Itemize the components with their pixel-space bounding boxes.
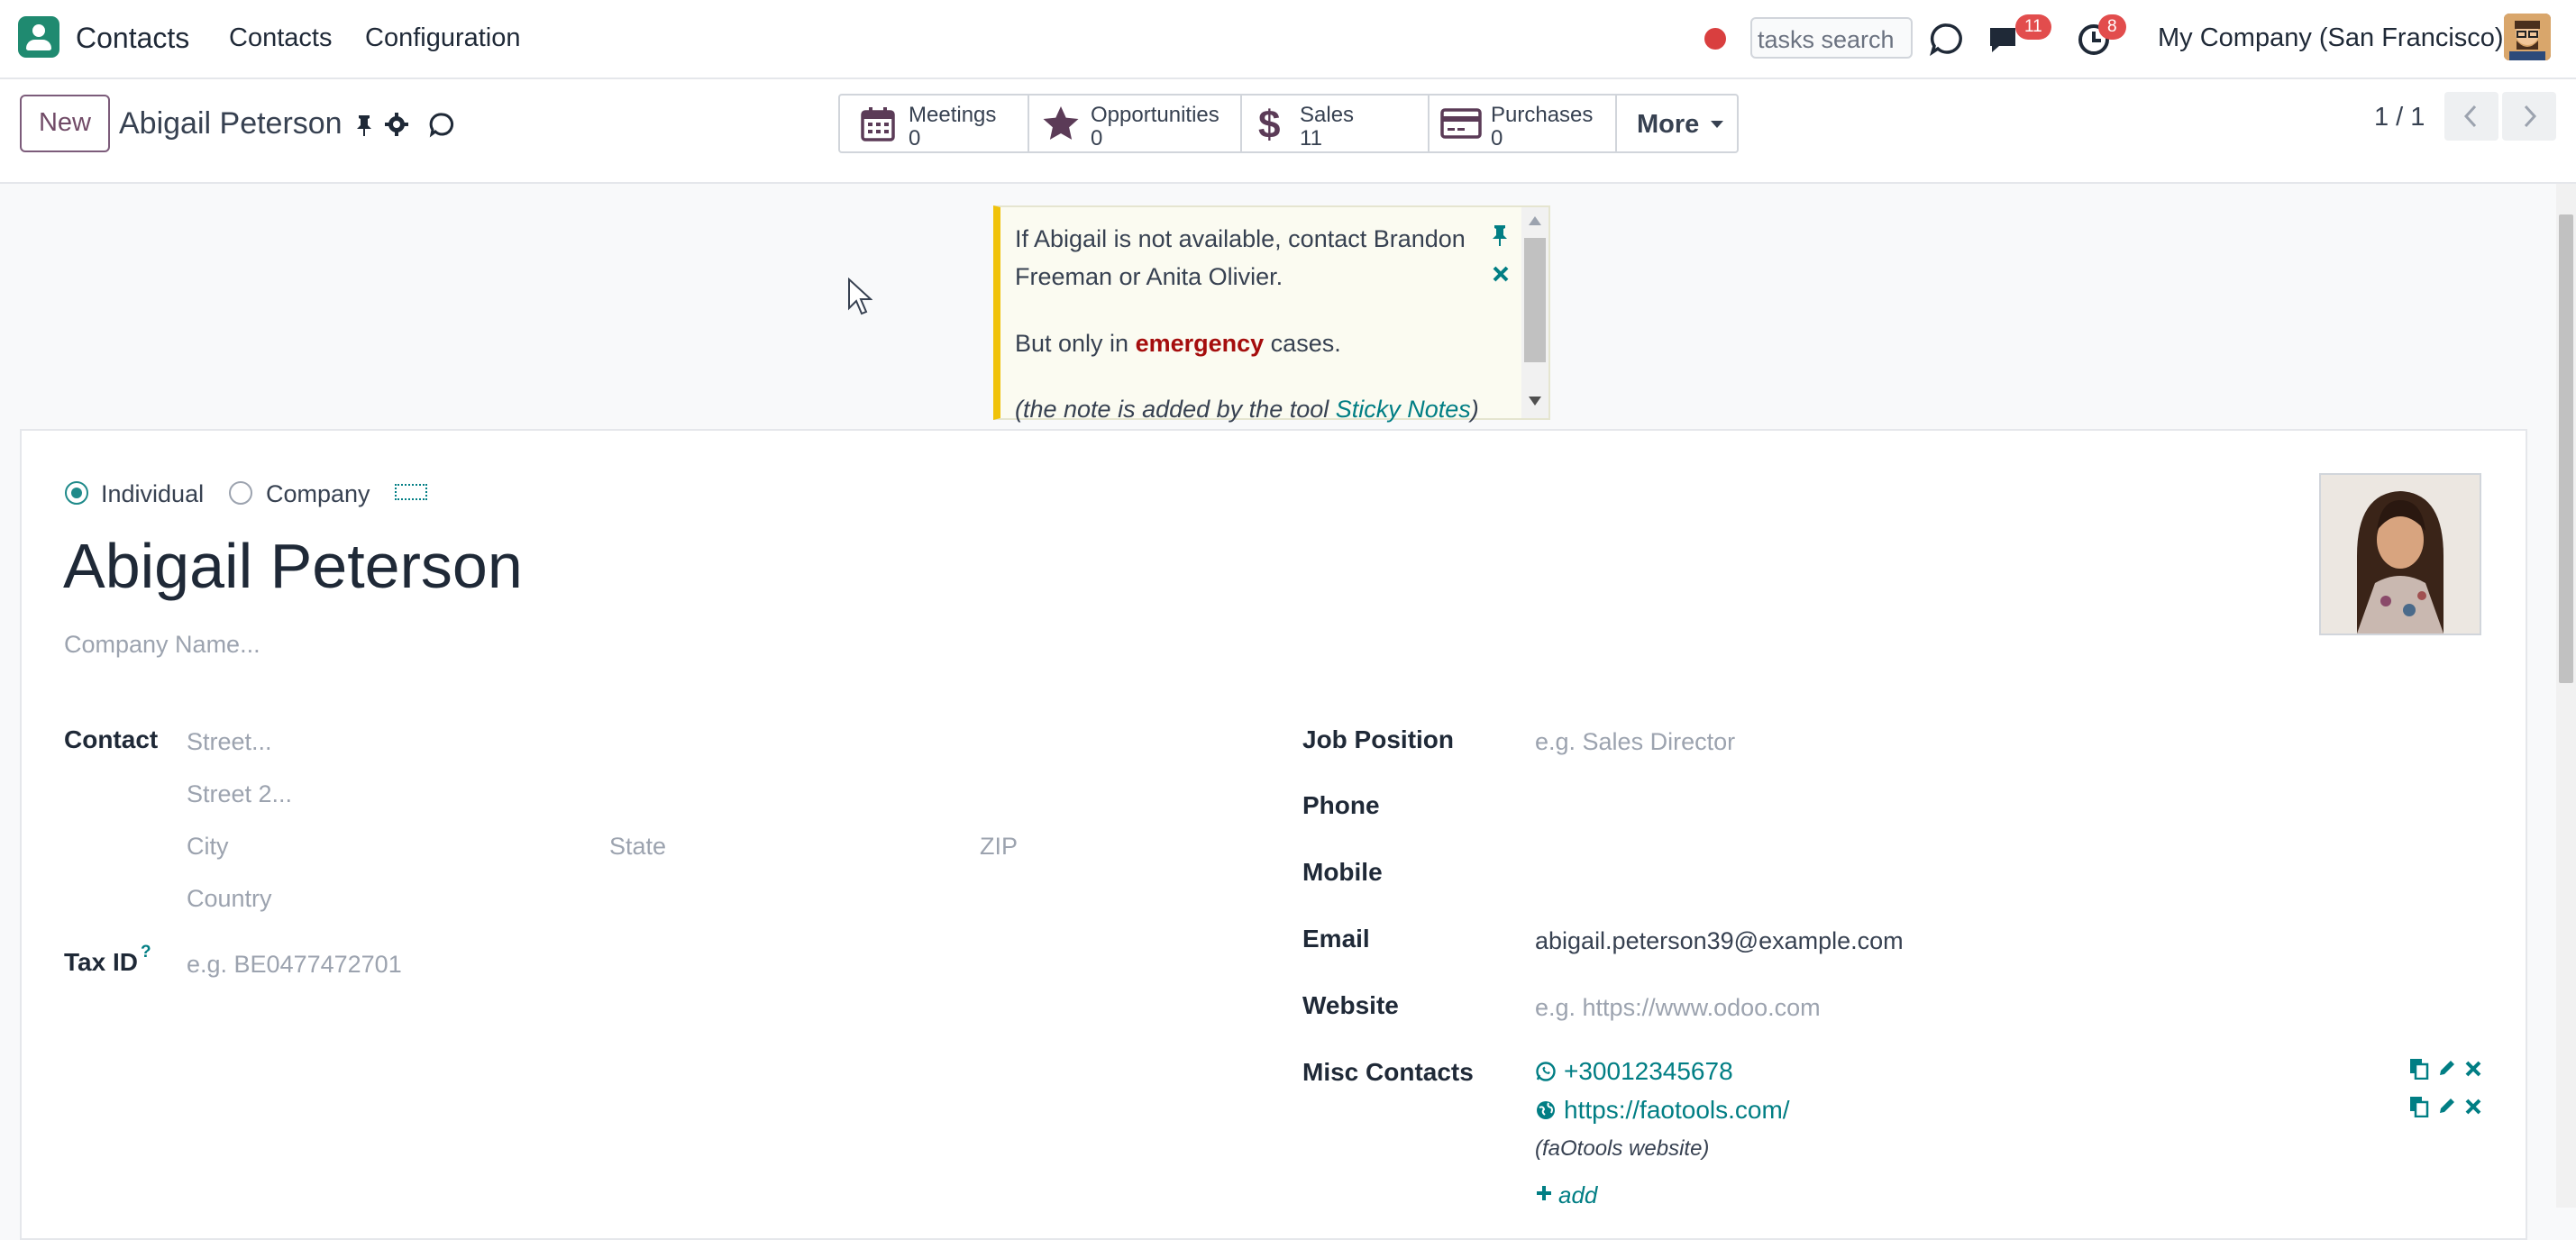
activities-badge: 8 (2098, 14, 2126, 40)
sales-smart-button[interactable]: $ Sales 11 (1242, 96, 1430, 151)
sticky-note-scroll-thumb[interactable] (1524, 238, 1546, 362)
more-label: More (1637, 110, 1700, 139)
edit-pencil-icon[interactable] (2437, 1096, 2457, 1116)
credit-card-icon (1440, 108, 1482, 139)
purchases-smart-button[interactable]: Purchases 0 (1430, 96, 1617, 151)
meetings-smart-button[interactable]: Meetings 0 (840, 96, 1029, 151)
pager-previous-button[interactable] (2444, 92, 2498, 141)
user-avatar[interactable] (2504, 14, 2551, 60)
remove-icon[interactable] (2464, 1060, 2482, 1078)
pin-icon[interactable] (355, 114, 373, 137)
sales-count: 11 (1300, 126, 1322, 150)
city-input[interactable]: City (187, 833, 229, 861)
state-select[interactable]: State (609, 833, 666, 861)
add-plus-icon[interactable] (1535, 1184, 1553, 1202)
copy-icon[interactable] (2409, 1096, 2429, 1117)
phone-input[interactable] (1535, 788, 2490, 824)
mouse-cursor-icon (847, 278, 872, 315)
tax-id-input[interactable]: e.g. BE0477472701 (187, 951, 402, 979)
sticky-notes-link[interactable]: Sticky Notes (1336, 396, 1471, 423)
copy-icon[interactable] (2409, 1058, 2429, 1080)
sticky-note-line-2: Freeman or Anita Olivier. (1015, 263, 1283, 290)
contact-address-label: Contact (64, 725, 159, 753)
country-select[interactable]: Country (187, 885, 272, 913)
opportunities-count: 0 (1091, 126, 1103, 150)
purchases-label: Purchases (1491, 103, 1594, 127)
sales-label: Sales (1300, 103, 1355, 127)
contacts-app-icon[interactable] (18, 16, 59, 58)
sticky-note: If Abigail is not available, contact Bra… (993, 205, 1550, 423)
messages-badge: 11 (2015, 14, 2051, 40)
pager-value[interactable]: 1 / 1 (2374, 103, 2425, 132)
individual-radio[interactable] (65, 481, 88, 505)
app-name[interactable]: Contacts (76, 22, 189, 55)
sticky-note-close-icon[interactable] (1492, 265, 1510, 283)
scroll-up-arrow-icon[interactable] (1529, 216, 1541, 225)
page-scroll-thumb[interactable] (2559, 214, 2573, 683)
tax-id-label: Tax ID (64, 948, 138, 976)
partner-name-input[interactable]: Abigail Peterson (63, 530, 523, 602)
mobile-label: Mobile (1302, 858, 1383, 886)
discuss-icon[interactable] (1929, 22, 1965, 58)
chatter-toggle-icon[interactable] (429, 112, 456, 139)
email-label: Email (1302, 925, 1370, 953)
website-label: Website (1302, 991, 1399, 1019)
job-position-label: Job Position (1302, 725, 1454, 753)
menu-contacts[interactable]: Contacts (229, 23, 332, 53)
star-icon (1042, 105, 1080, 142)
new-button[interactable]: New (20, 95, 110, 152)
sticky-note-line-1: If Abigail is not available, contact Bra… (1015, 225, 1466, 252)
meetings-count: 0 (909, 126, 921, 150)
pager-next-button[interactable] (2502, 92, 2556, 141)
calendar-icon (860, 106, 896, 142)
opportunities-label: Opportunities (1091, 103, 1219, 127)
breadcrumb-record-name: Abigail Peterson (119, 106, 343, 141)
edit-pencil-icon[interactable] (2437, 1058, 2457, 1078)
company-radio[interactable] (229, 481, 252, 505)
dollar-icon: $ (1258, 103, 1281, 147)
phone-label: Phone (1302, 791, 1380, 819)
smart-buttons-bar: Meetings 0 Opportunities 0 $ Sales 11 Pu… (838, 94, 1739, 153)
misc-contacts-label: Misc Contacts (1302, 1058, 1474, 1086)
tags-field[interactable] (395, 484, 427, 500)
opportunities-smart-button[interactable]: Opportunities 0 (1029, 96, 1242, 151)
company-name-input[interactable]: Company Name... (64, 631, 260, 659)
company-switcher[interactable]: My Company (San Francisco) (2158, 23, 2504, 53)
contact-photo[interactable] (2319, 473, 2481, 635)
street2-input[interactable]: Street 2... (187, 780, 292, 808)
sticky-note-pin-icon[interactable] (1491, 223, 1509, 247)
tasks-search-input[interactable]: tasks search (1750, 17, 1913, 59)
website-input[interactable]: e.g. https://www.odoo.com (1535, 994, 1821, 1022)
caret-down-icon (1711, 121, 1723, 128)
add-misc-contact-link[interactable]: add (1558, 1181, 1597, 1209)
remove-icon[interactable] (2464, 1098, 2482, 1116)
zip-input[interactable]: ZIP (980, 833, 1018, 861)
misc-contact-website-note: (faOtools website) (1535, 1136, 1710, 1161)
globe-icon (1535, 1099, 1557, 1121)
whatsapp-icon (1535, 1061, 1557, 1082)
company-label[interactable]: Company (266, 480, 370, 508)
misc-contact-phone-link[interactable]: +30012345678 (1564, 1057, 1733, 1086)
menu-configuration[interactable]: Configuration (365, 23, 521, 53)
recording-indicator-icon[interactable] (1704, 28, 1726, 50)
scroll-down-arrow-icon[interactable] (1529, 397, 1541, 406)
gear-icon[interactable] (384, 112, 409, 137)
mobile-input[interactable] (1535, 854, 2490, 890)
street-input[interactable]: Street... (187, 728, 272, 756)
meetings-label: Meetings (909, 103, 997, 127)
purchases-count: 0 (1491, 126, 1503, 150)
sticky-note-line-4: (the note is added by the tool Sticky No… (1015, 396, 1479, 423)
sticky-note-line-3: But only in emergency cases. (1015, 330, 1341, 357)
tax-id-help-icon[interactable]: ? (141, 943, 151, 962)
job-position-input[interactable]: e.g. Sales Director (1535, 728, 1735, 756)
misc-contact-website-link[interactable]: https://faotools.com/ (1564, 1096, 1790, 1125)
more-dropdown-button[interactable]: More (1617, 96, 1737, 151)
individual-label[interactable]: Individual (101, 480, 204, 508)
email-input[interactable]: abigail.peterson39@example.com (1535, 927, 1904, 955)
